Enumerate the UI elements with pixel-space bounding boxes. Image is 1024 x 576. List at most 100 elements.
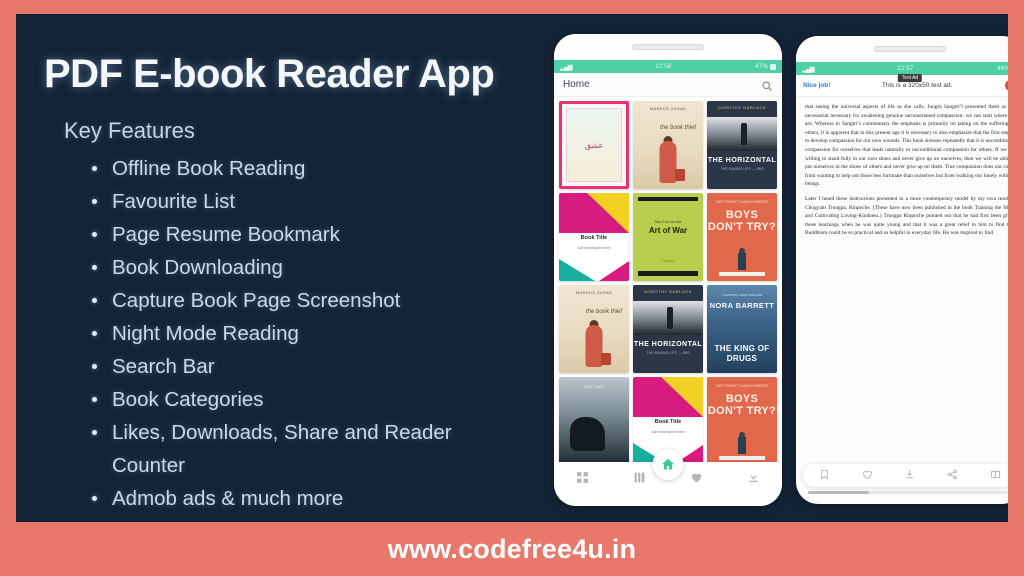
phone-notch — [796, 36, 1008, 62]
list-item: Page Resume Bookmark — [88, 218, 518, 251]
book-title: THE KING OF DRUGS — [714, 344, 770, 363]
bookmark-icon[interactable] — [819, 467, 830, 485]
book-cover-art — [719, 272, 765, 276]
ad-cta-label: Nice job! — [803, 82, 831, 89]
book-title: BOYS DON'T TRY? — [707, 393, 777, 417]
book-cover-art — [661, 377, 703, 417]
clock-label: 12:57 — [897, 65, 914, 72]
features-heading: Key Features — [64, 118, 195, 143]
book-cover[interactable]: MATT PINKETT & MARK ROBERTS BOYS DON'T T… — [707, 377, 777, 465]
battery-label: 46% — [996, 65, 1008, 72]
book-cover-art — [659, 141, 677, 183]
feature-list: Offline Book Reading Favourite List Page… — [88, 152, 518, 515]
book-cover-art — [738, 253, 746, 270]
reader-paragraph: that seeing the universal aspects of lif… — [805, 104, 1008, 188]
book-title: the book thief — [659, 125, 696, 131]
phone-mockup-home: ▂▄▆ 12:58 47% Home عشق MARKUS ZUSAK the … — [554, 34, 782, 506]
book-cover[interactable]: MARKUS ZUSAK the book thief — [633, 101, 703, 189]
book-cover[interactable]: DOROTHY GARLOCK THE HORIZONTAL THE RAKIN… — [633, 285, 703, 373]
book-cover-art — [559, 259, 595, 281]
book-author: MATT PINKETT & MARK ROBERTS — [715, 200, 768, 204]
book-author: Sun Tzu on the — [654, 219, 682, 224]
ad-body-text: This is a 320x50 test ad. — [881, 82, 953, 89]
book-cover[interactable]: عشق — [559, 101, 629, 189]
book-cover-art — [570, 417, 606, 451]
reader-toolbar — [803, 464, 1008, 487]
app-toolbar: Home — [554, 73, 782, 97]
book-title: Book Title — [580, 235, 608, 242]
screenshot-icon[interactable] — [990, 467, 1001, 485]
download-icon[interactable] — [904, 467, 915, 485]
book-cover[interactable]: Sun Tzu on the Art of War Classics — [633, 193, 703, 281]
book-author: MATT PINKETT & MARK ROBERTS — [715, 384, 768, 388]
book-cover[interactable]: DOROTHY GARLOCK THE HORIZONTAL THE RAKIN… — [707, 101, 777, 189]
phone-notch — [554, 34, 782, 60]
favourites-nav-icon[interactable] — [690, 471, 703, 484]
page-title: PDF E-book Reader App — [44, 52, 495, 96]
toolbar-title: Home — [563, 79, 590, 90]
book-author: MARKUS ZUSAK — [575, 290, 613, 295]
status-right: 46% — [997, 65, 1008, 72]
list-item: Search Bar — [88, 350, 518, 383]
book-title: Book Title — [654, 419, 682, 426]
home-fab-icon[interactable] — [652, 449, 684, 480]
list-item: Favourite List — [88, 185, 518, 218]
book-title: BOYS DON'T TRY? — [707, 209, 777, 233]
admob-logo-icon — [1004, 79, 1008, 92]
book-cover-art — [587, 193, 629, 233]
earpiece-speaker — [874, 46, 946, 52]
battery-icon — [770, 63, 776, 70]
book-cover-art — [740, 123, 747, 145]
book-author: DOROTHY GARLOCK — [643, 289, 693, 294]
share-icon[interactable] — [947, 467, 958, 485]
book-cover[interactable]: NIGHT WALK — [559, 377, 629, 465]
favourite-icon[interactable] — [862, 467, 873, 485]
clock-label: 12:58 — [655, 63, 672, 70]
test-ad-badge: Test Ad — [897, 74, 923, 82]
book-cover-art — [738, 437, 746, 454]
list-item: Book Categories — [88, 383, 518, 416]
reader-page: that seeing the universal aspects of lif… — [796, 97, 1008, 460]
list-item: Admob ads & much more — [88, 482, 518, 515]
status-bar: ▂▄▆ 12:58 47% — [554, 60, 782, 73]
bottom-navigation — [554, 449, 782, 506]
book-tagline: A GRIPPING CRIME THRILLER — [721, 293, 763, 297]
book-cover[interactable]: MARKUS ZUSAK the book thief — [559, 285, 629, 373]
phone-mockup-reader: ▂▄▆ 12:57 46% Test Ad Nice job! This is … — [796, 36, 1008, 504]
book-title: the book thief — [585, 309, 622, 315]
book-cover-art — [601, 353, 611, 365]
promo-panel: PDF E-book Reader App Key Features Offli… — [16, 14, 1008, 522]
book-title: THE HORIZONTAL — [707, 157, 777, 164]
status-right: 47% — [755, 63, 776, 70]
list-item: Capture Book Page Screenshot — [88, 284, 518, 317]
book-cover-art — [675, 169, 685, 181]
book-cover-art — [638, 197, 698, 201]
categories-nav-icon[interactable] — [576, 471, 589, 484]
earpiece-speaker — [632, 44, 704, 50]
hero-text-column: PDF E-book Reader App Key Features Offli… — [16, 14, 561, 522]
book-cover-art — [638, 271, 698, 276]
signal-icon: ▂▄▆ — [560, 63, 573, 71]
library-nav-icon[interactable] — [633, 471, 646, 484]
book-cover-art — [599, 261, 629, 281]
book-title: THE HORIZONTAL — [633, 341, 703, 348]
book-author: NIGHT WALK — [583, 385, 605, 389]
search-icon[interactable] — [761, 79, 773, 91]
list-item: Book Downloading — [88, 251, 518, 284]
book-author: DOROTHY GARLOCK — [717, 105, 767, 110]
website-url: www.codefree4u.in — [387, 533, 637, 564]
battery-label: 47% — [754, 63, 768, 70]
book-cover[interactable]: Book Title Sub heading text here — [559, 193, 629, 281]
list-item: Night Mode Reading — [88, 317, 518, 350]
downloads-nav-icon[interactable] — [747, 471, 760, 484]
book-cover[interactable]: MATT PINKETT & MARK ROBERTS BOYS DON'T T… — [707, 193, 777, 281]
reading-progress-bar[interactable] — [808, 491, 1008, 494]
book-subtitle: THE RAKING LIFE — IRIS — [720, 167, 764, 171]
reader-paragraph: Later I heard these instructions present… — [805, 195, 1008, 237]
book-author: Sub heading text here — [651, 429, 685, 434]
book-cover[interactable]: A GRIPPING CRIME THRILLER NORA BARRETT T… — [707, 285, 777, 373]
admob-banner[interactable]: Test Ad Nice job! This is a 320x50 test … — [796, 74, 1008, 97]
book-author: NORA BARRETT — [709, 301, 775, 310]
book-grid: عشق MARKUS ZUSAK the book thief DOROTHY … — [554, 97, 782, 465]
list-item: Likes, Downloads, Share and Reader Count… — [88, 416, 518, 482]
